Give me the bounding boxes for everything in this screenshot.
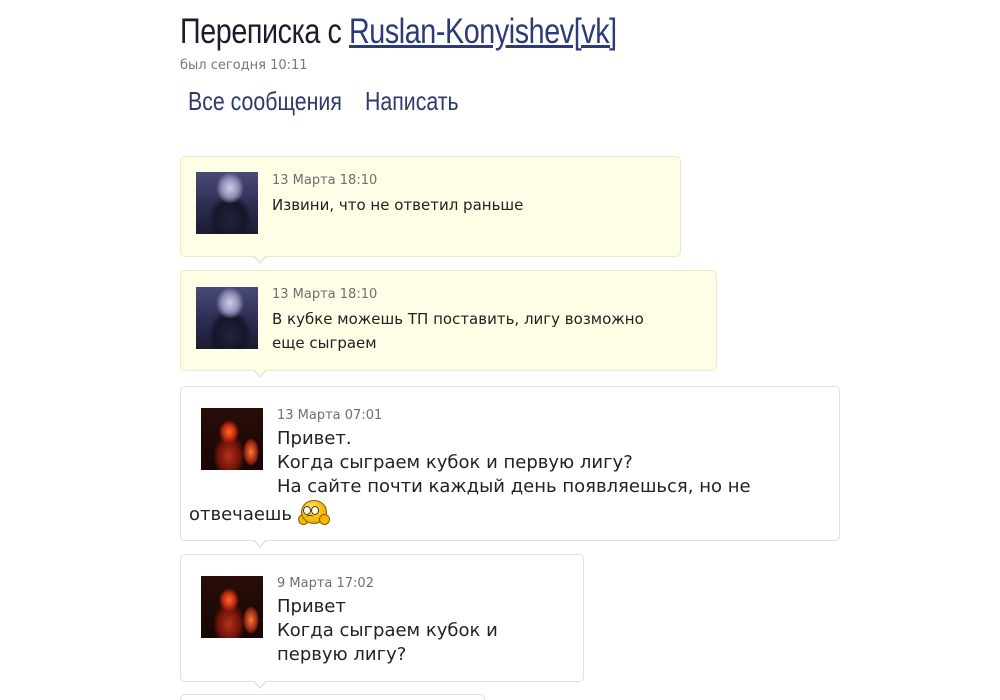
message-text: Привет Когда сыграем кубок и первую лигу… (277, 595, 498, 667)
message-line: первую лигу? (277, 644, 407, 665)
page-header: Переписка с Ruslan-Konyishev[vk] (180, 10, 713, 54)
message-text: Извини, что не ответил раньше (272, 193, 523, 217)
smiley-mouth (306, 515, 314, 519)
message-line: На сайте почти каждый день появляешься, … (277, 476, 751, 497)
message-date: 13 Марта 18:10 (272, 287, 378, 302)
conversation-nav: Все сообщения Написать (188, 86, 459, 117)
interlocutor-link[interactable]: Ruslan-Konyishev[vk] (349, 12, 617, 51)
sad-smiley-icon (298, 500, 330, 526)
message-tail (253, 255, 267, 264)
message-line: Привет (277, 596, 346, 617)
message-line: отвечаешь (189, 504, 292, 525)
avatar[interactable] (196, 287, 258, 349)
message-date: 9 Марта 17:02 (277, 576, 374, 591)
smiley-hand-right (319, 514, 330, 525)
message-item: 13 Марта 18:10 Извини, что не ответил ра… (180, 156, 681, 264)
message-text: Привет. Когда сыграем кубок и первую лиг… (277, 427, 751, 499)
smiley-eye-left (303, 506, 311, 515)
message-line: Привет. (277, 428, 352, 449)
message-item: 13 Марта 07:01 Привет. Когда сыграем куб… (180, 386, 840, 548)
message-line: Когда сыграем кубок и первую лигу? (277, 452, 633, 473)
message-text: В кубке можешь ТП поставить, лигу возмож… (272, 307, 644, 355)
page-title: Переписка с Ruslan-Konyishev[vk] (180, 10, 617, 54)
message-tail (253, 369, 267, 378)
message-item: 13 Марта 18:10 В кубке можешь ТП постави… (180, 270, 717, 378)
write-message-link[interactable]: Написать (365, 86, 459, 117)
message-text-continuation: отвечаешь (189, 500, 330, 527)
message-line: Когда сыграем кубок и (277, 620, 498, 641)
all-messages-link[interactable]: Все сообщения (188, 86, 342, 117)
message-tail (253, 680, 267, 689)
message-tail (253, 539, 267, 548)
avatar[interactable] (201, 408, 263, 470)
message-date: 13 Марта 07:01 (277, 408, 383, 423)
smiley-eye-right (311, 506, 319, 515)
message-line: еще сыграем (272, 334, 377, 352)
message-item: 9 Марта 17:02 Привет Когда сыграем кубок… (180, 554, 584, 689)
message-item-partial (180, 694, 485, 700)
message-line: В кубке можешь ТП поставить, лигу возмож… (272, 310, 644, 328)
avatar[interactable] (196, 172, 258, 234)
last-seen-status: был сегодня 10:11 (180, 58, 308, 73)
message-line: Извини, что не ответил раньше (272, 196, 524, 214)
avatar[interactable] (201, 576, 263, 638)
title-prefix: Переписка с (180, 12, 349, 51)
message-date: 13 Марта 18:10 (272, 173, 378, 188)
